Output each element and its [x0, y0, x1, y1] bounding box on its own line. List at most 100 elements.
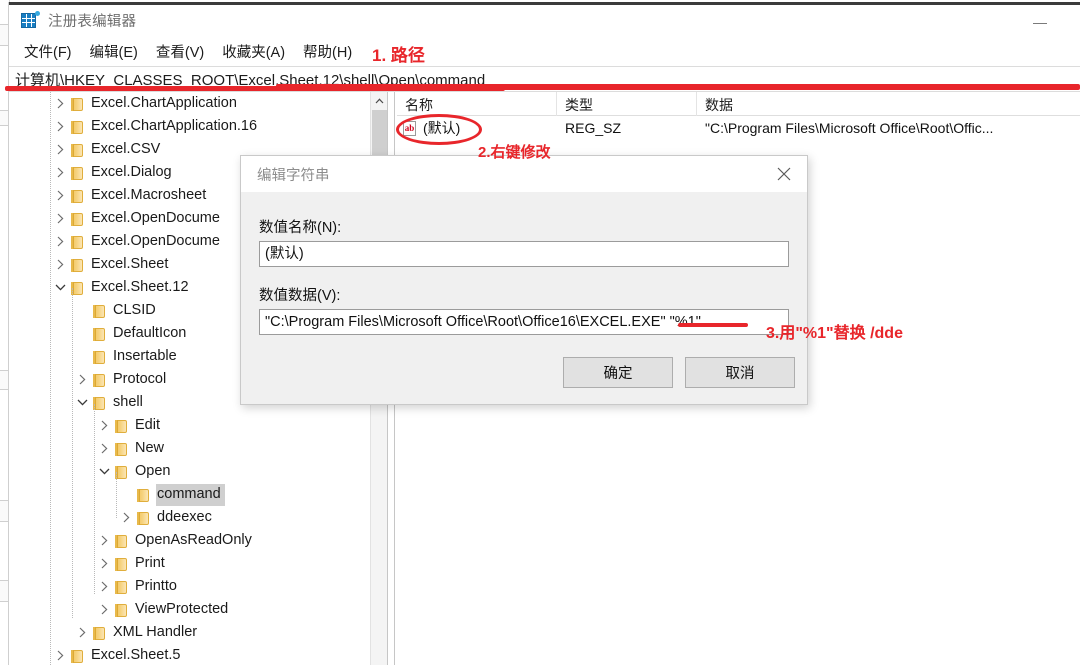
folder-icon	[113, 580, 129, 594]
folder-icon	[69, 235, 85, 249]
tree-item-label: Edit	[135, 416, 160, 433]
folder-icon	[113, 557, 129, 571]
tree-item-new[interactable]: New	[9, 437, 371, 460]
folder-icon	[91, 304, 107, 318]
tree-item-label: OpenAsReadOnly	[135, 531, 252, 548]
chevron-right-icon[interactable]	[52, 253, 69, 276]
annotation-step3-label: 3.用"%1"替换 /dde	[766, 325, 903, 342]
tree-item-label: CLSID	[113, 301, 156, 318]
folder-icon	[69, 258, 85, 272]
folder-icon	[91, 350, 107, 364]
tree-item-ddeexec[interactable]: ddeexec	[9, 506, 371, 529]
folder-icon	[113, 603, 129, 617]
tree-item-print[interactable]: Print	[9, 552, 371, 575]
title-bar: 注册表编辑器	[9, 2, 1080, 38]
column-header-name[interactable]: 名称	[397, 92, 557, 116]
folder-icon	[135, 488, 151, 502]
menu-item-view[interactable]: 查看(V)	[147, 39, 213, 64]
chevron-right-icon[interactable]	[96, 552, 113, 575]
chevron-right-icon[interactable]	[96, 437, 113, 460]
folder-icon	[69, 649, 85, 663]
table-row[interactable]: ab (默认) REG_SZ "C:\Program Files\Microso…	[397, 116, 1080, 140]
tree-item-label: Excel.ChartApplication	[91, 94, 237, 111]
tree-item-label: Excel.Macrosheet	[91, 186, 207, 203]
edit-string-dialog: 编辑字符串 数值名称(N): (默认) 数值数据(V): "C:\Program…	[240, 155, 808, 405]
tree-item-excel-chartapplication[interactable]: Excel.ChartApplication	[9, 92, 371, 115]
menu-bar: 文件(F) 编辑(E) 查看(V) 收藏夹(A) 帮助(H)	[9, 38, 1080, 65]
tree-item-label: command	[156, 483, 225, 506]
tree-item-viewprotected[interactable]: ViewProtected	[9, 598, 371, 621]
folder-icon	[69, 97, 85, 111]
chevron-right-icon[interactable]	[96, 529, 113, 552]
annotation-step2-label: 2.右键修改	[478, 144, 551, 161]
tree-guide-line	[72, 288, 73, 618]
chevron-right-icon[interactable]	[52, 138, 69, 161]
folder-icon	[69, 166, 85, 180]
annotation-step1-label: 1. 路径	[372, 46, 425, 65]
tree-item-edit[interactable]: Edit	[9, 414, 371, 437]
menu-item-edit[interactable]: 编辑(E)	[81, 39, 147, 64]
tree-item-label: Excel.Sheet	[91, 255, 169, 272]
folder-icon	[69, 143, 85, 157]
column-header-data[interactable]: 数据	[697, 92, 1080, 116]
tree-item-openasreadonly[interactable]: OpenAsReadOnly	[9, 529, 371, 552]
folder-icon	[69, 212, 85, 226]
tree-item-label: ddeexec	[157, 508, 212, 525]
chevron-right-icon[interactable]	[74, 621, 91, 644]
scroll-up-icon[interactable]	[371, 92, 387, 109]
chevron-right-icon[interactable]	[96, 575, 113, 598]
tree-item-command[interactable]: command	[9, 483, 371, 506]
chevron-right-icon[interactable]	[52, 644, 69, 665]
menu-item-help[interactable]: 帮助(H)	[294, 39, 361, 64]
tree-item-label: New	[135, 439, 165, 456]
column-header-type[interactable]: 类型	[557, 92, 697, 116]
tree-item-label: Excel.OpenDocume	[91, 209, 220, 226]
minimize-button[interactable]	[1017, 12, 1063, 34]
tree-item-printto[interactable]: Printto	[9, 575, 371, 598]
value-name-input[interactable]: (默认)	[259, 241, 789, 267]
tree-item-label: ViewProtected	[135, 600, 229, 617]
chevron-right-icon[interactable]	[52, 207, 69, 230]
chevron-down-icon[interactable]	[74, 391, 91, 414]
chevron-right-icon[interactable]	[118, 506, 135, 529]
chevron-down-icon[interactable]	[52, 276, 69, 299]
value-data-input[interactable]: "C:\Program Files\Microsoft Office\Root\…	[259, 309, 789, 335]
dialog-title-text: 编辑字符串	[257, 167, 330, 184]
tree-item-xml-handler[interactable]: XML Handler	[9, 621, 371, 644]
registry-editor-screen: 注册表编辑器 文件(F) 编辑(E) 查看(V) 收藏夹(A) 帮助(H) 计算…	[0, 0, 1080, 665]
tree-item-excel-sheet-5[interactable]: Excel.Sheet.5	[9, 644, 371, 665]
chevron-right-icon[interactable]	[52, 92, 69, 115]
registry-editor-icon	[21, 11, 40, 29]
chevron-right-icon[interactable]	[96, 414, 113, 437]
tree-item-label: Print	[135, 554, 165, 571]
close-icon	[777, 167, 791, 181]
chevron-right-icon[interactable]	[52, 115, 69, 138]
cancel-button[interactable]: 取消	[685, 357, 795, 388]
tree-item-open[interactable]: Open	[9, 460, 371, 483]
tree-item-excel-chartapplication-16[interactable]: Excel.ChartApplication.16	[9, 115, 371, 138]
chevron-right-icon[interactable]	[96, 598, 113, 621]
values-column-headers: 名称 类型 数据	[397, 92, 1080, 116]
tree-item-label: Excel.Sheet.12	[91, 278, 189, 295]
chevron-down-icon[interactable]	[96, 460, 113, 483]
chevron-right-icon[interactable]	[52, 184, 69, 207]
folder-icon	[91, 626, 107, 640]
close-button[interactable]	[761, 156, 807, 192]
chevron-right-icon[interactable]	[52, 230, 69, 253]
chevron-right-icon[interactable]	[74, 368, 91, 391]
title-bar-top-edge	[9, 2, 1080, 5]
folder-icon	[113, 534, 129, 548]
cell-value-data: "C:\Program Files\Microsoft Office\Root\…	[705, 120, 994, 136]
annotation-percent1-underline	[678, 323, 748, 327]
tree-item-label: Excel.Sheet.5	[91, 646, 181, 663]
tree-item-label: Excel.ChartApplication.16	[91, 117, 258, 134]
tree-item-label: Excel.OpenDocume	[91, 232, 220, 249]
ok-button[interactable]: 确定	[563, 357, 673, 388]
menu-item-file[interactable]: 文件(F)	[15, 39, 81, 64]
chevron-right-icon[interactable]	[52, 161, 69, 184]
menu-item-favorites[interactable]: 收藏夹(A)	[213, 39, 294, 64]
minimize-icon	[1033, 22, 1047, 24]
registry-editor-window: 注册表编辑器 文件(F) 编辑(E) 查看(V) 收藏夹(A) 帮助(H) 计算…	[8, 2, 1080, 665]
